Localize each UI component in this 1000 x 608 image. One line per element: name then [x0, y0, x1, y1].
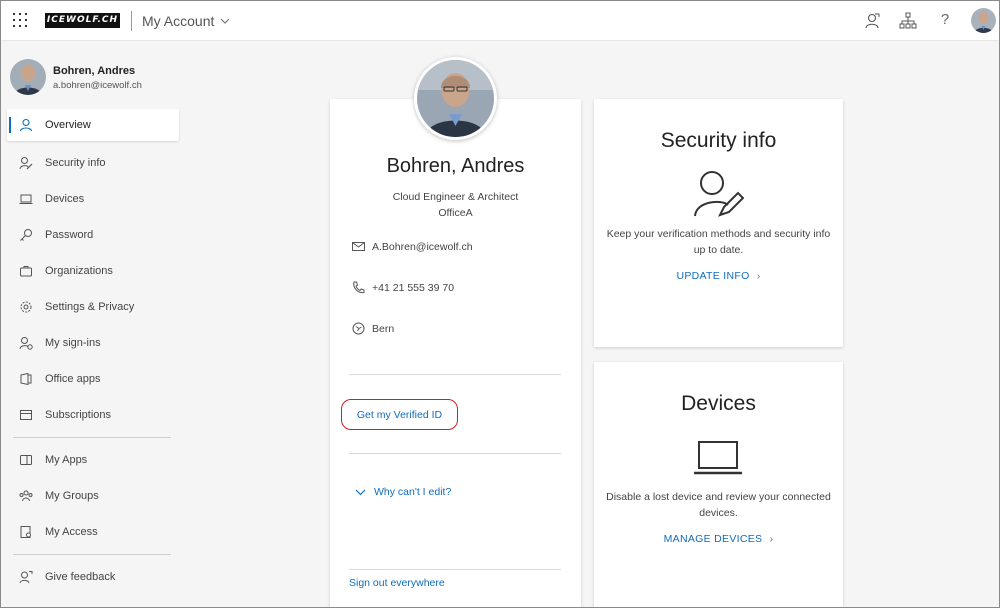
- chevron-down-icon: [355, 489, 366, 495]
- sidebar-item-label: My Access: [45, 526, 98, 538]
- laptop-icon: [19, 194, 33, 204]
- person-edit-icon: [694, 171, 744, 217]
- profile-email-row: A.Bohren@icewolf.ch: [352, 240, 473, 253]
- laptop-icon: [694, 441, 742, 475]
- brand-logo[interactable]: ICEWOLF.CH: [45, 13, 120, 28]
- profile-avatar-image: [417, 60, 494, 137]
- access-icon: [20, 526, 31, 538]
- profile-divider: [349, 453, 561, 454]
- feedback-icon: [19, 571, 33, 584]
- sidebar-item-settings-privacy[interactable]: Settings & Privacy: [7, 289, 179, 325]
- apps-icon: [20, 455, 32, 465]
- sidebar-item-organizations[interactable]: Organizations: [7, 253, 179, 289]
- sidebar-item-my-sign-ins[interactable]: My sign-ins: [7, 325, 179, 361]
- sidebar: Bohren, Andres a.bohren@icewolf.ch Overv…: [1, 42, 186, 607]
- sidebar-item-label: Organizations: [45, 265, 113, 277]
- manage-devices-link[interactable]: MANAGE DEVICES ›: [594, 533, 843, 545]
- sidebar-item-label: My Groups: [45, 490, 99, 502]
- sidebar-nav: Overview Security info Devices Password …: [7, 109, 179, 595]
- location-icon: [352, 322, 365, 335]
- sidebar-item-label: Devices: [45, 193, 85, 205]
- chevron-right-icon: ›: [756, 270, 761, 282]
- profile-location-row: Bern: [352, 322, 394, 335]
- sidebar-item-label: Overview: [45, 119, 91, 131]
- avatar-photo: [971, 8, 996, 33]
- feedback-icon[interactable]: [863, 12, 881, 30]
- phone-icon: [353, 281, 365, 294]
- sidebar-item-devices[interactable]: Devices: [7, 181, 179, 217]
- update-info-label: UPDATE INFO: [676, 270, 750, 282]
- profile-photo[interactable]: [414, 57, 497, 140]
- subscriptions-icon: [20, 410, 32, 420]
- app-title-menu[interactable]: My Account: [142, 13, 230, 29]
- why-cant-i-edit-label: Why can't I edit?: [374, 486, 452, 498]
- user-email: a.bohren@icewolf.ch: [53, 80, 142, 91]
- chevron-down-icon: [220, 18, 230, 24]
- profile-phone: +41 21 555 39 70: [372, 281, 455, 294]
- mail-icon: [352, 242, 365, 251]
- devices-description: Disable a lost device and review your co…: [606, 491, 831, 519]
- app-window: ICEWOLF.CH My Account ? Bohren, Andres a…: [0, 0, 1000, 608]
- profile-office: OfficeA: [438, 207, 473, 219]
- update-info-link[interactable]: UPDATE INFO ›: [594, 270, 843, 282]
- security-info-title: Security info: [660, 129, 777, 152]
- person-edit-icon: [19, 157, 33, 170]
- sidebar-item-security-info[interactable]: Security info: [7, 145, 179, 181]
- sidebar-item-label: Subscriptions: [45, 409, 112, 421]
- gear-icon: [20, 301, 32, 313]
- sidebar-item-label: Password: [45, 229, 94, 241]
- person-icon: [19, 118, 33, 132]
- org-chart-icon[interactable]: [899, 12, 917, 30]
- person-sign-in-icon: [19, 337, 33, 350]
- sidebar-divider: [13, 554, 171, 555]
- sidebar-item-give-feedback[interactable]: Give feedback: [7, 559, 179, 595]
- profile-divider: [349, 569, 561, 570]
- chevron-right-icon: ›: [769, 533, 774, 545]
- user-summary: Bohren, Andres a.bohren@icewolf.ch: [10, 59, 185, 97]
- sidebar-item-my-access[interactable]: My Access: [7, 514, 179, 550]
- security-info-description: Keep your verification methods and secur…: [606, 228, 831, 256]
- sidebar-item-label: Office apps: [45, 373, 101, 385]
- sidebar-divider: [13, 437, 171, 438]
- devices-card: Devices Disable a lost device and review…: [594, 362, 843, 607]
- security-info-card: Security info Keep your verification met…: [594, 99, 843, 347]
- office-icon: [20, 372, 32, 386]
- sidebar-item-label: Security info: [45, 157, 106, 169]
- sidebar-item-overview[interactable]: Overview: [7, 109, 179, 141]
- profile-phone-row: +41 21 555 39 70: [352, 281, 454, 294]
- sidebar-item-label: Settings & Privacy: [45, 301, 135, 313]
- why-cant-i-edit-toggle[interactable]: Why can't I edit?: [355, 486, 451, 498]
- sidebar-item-label: My Apps: [45, 454, 88, 466]
- waffle-icon[interactable]: [12, 12, 28, 28]
- manage-devices-label: MANAGE DEVICES: [663, 533, 763, 545]
- avatar: [10, 59, 46, 95]
- app-title: My Account: [142, 13, 215, 29]
- top-header: ICEWOLF.CH My Account ?: [1, 1, 999, 41]
- sidebar-item-label: My sign-ins: [45, 337, 101, 349]
- sidebar-item-label: Give feedback: [45, 571, 116, 583]
- user-name: Bohren, Andres: [53, 65, 136, 77]
- sign-out-everywhere-link[interactable]: Sign out everywhere: [349, 577, 445, 589]
- header-avatar[interactable]: [971, 8, 996, 33]
- profile-job-title: Cloud Engineer & Architect: [392, 191, 519, 203]
- profile-divider: [349, 374, 561, 375]
- devices-title: Devices: [681, 392, 756, 415]
- briefcase-icon: [20, 266, 32, 277]
- profile-card: Bohren, Andres Cloud Engineer & Architec…: [330, 99, 581, 607]
- get-verified-id-link[interactable]: Get my Verified ID: [341, 399, 458, 430]
- profile-email: A.Bohren@icewolf.ch: [372, 240, 473, 253]
- sidebar-item-password[interactable]: Password: [7, 217, 179, 253]
- sidebar-item-subscriptions[interactable]: Subscriptions: [7, 397, 179, 433]
- sidebar-item-office-apps[interactable]: Office apps: [7, 361, 179, 397]
- sidebar-item-my-apps[interactable]: My Apps: [7, 442, 179, 478]
- groups-icon: [19, 490, 33, 502]
- profile-name: Bohren, Andres: [386, 155, 525, 177]
- key-icon: [20, 229, 32, 241]
- profile-location: Bern: [372, 322, 395, 335]
- header-divider: [131, 11, 132, 31]
- help-icon[interactable]: ?: [938, 11, 952, 28]
- sidebar-item-my-groups[interactable]: My Groups: [7, 478, 179, 514]
